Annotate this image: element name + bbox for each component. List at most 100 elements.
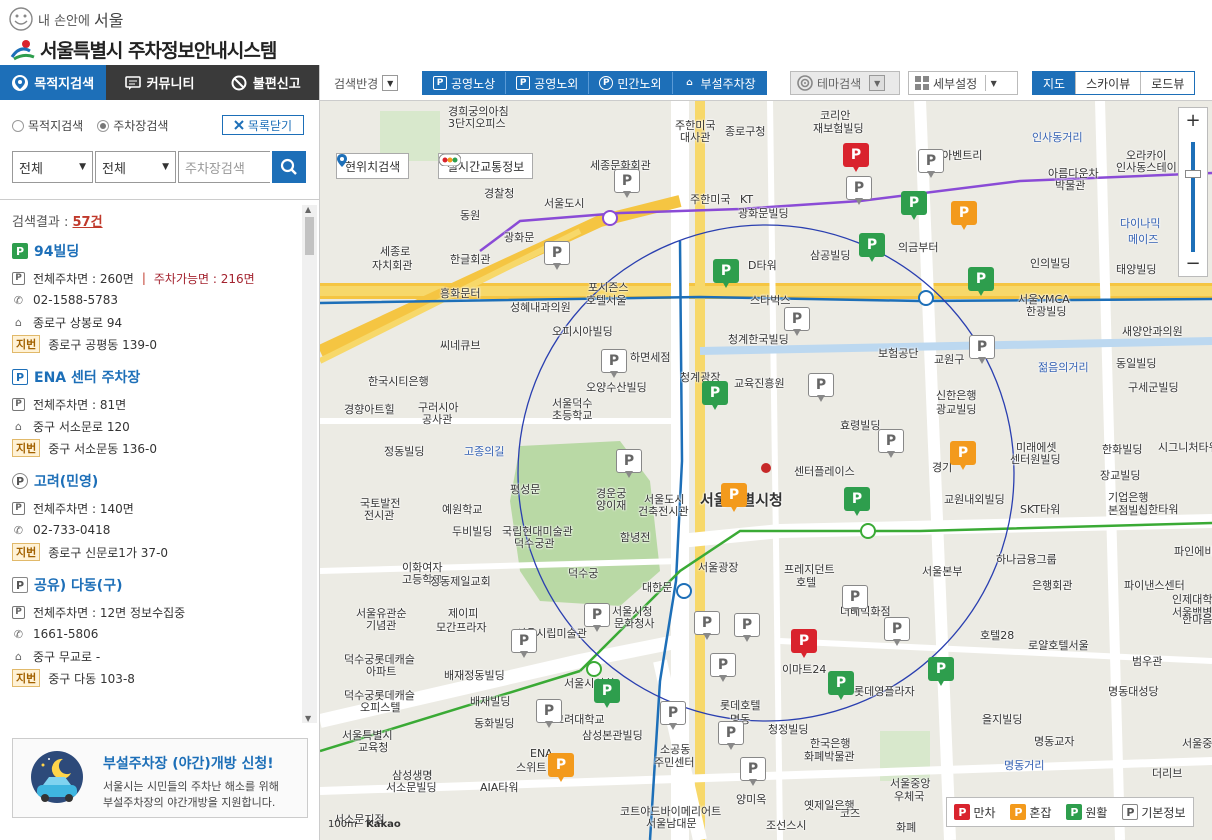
parking-marker-full[interactable]: P bbox=[843, 143, 869, 173]
map-label[interactable]: 초등학교 bbox=[552, 407, 592, 423]
map-label[interactable]: 한글회관 bbox=[450, 251, 490, 267]
map-label[interactable]: 삼공빌딩 bbox=[810, 247, 850, 263]
map-label[interactable]: 박물관 bbox=[1055, 177, 1085, 193]
map-label[interactable]: 인사동스테이 bbox=[1116, 159, 1177, 175]
map-label[interactable]: 코즈 bbox=[840, 805, 860, 821]
map-label[interactable]: 덕수궁관 bbox=[514, 535, 554, 551]
map-label[interactable]: SKT타워 bbox=[1020, 501, 1060, 517]
item-title[interactable]: P 94빌딩 bbox=[12, 241, 293, 261]
radio-circle[interactable] bbox=[12, 119, 24, 132]
map-label[interactable]: 흥화문터 bbox=[440, 285, 480, 301]
map-label[interactable]: 스타벅스 bbox=[750, 292, 790, 308]
parking-marker-busy[interactable]: P bbox=[951, 201, 977, 231]
map-label[interactable]: 재보험빌딩 bbox=[813, 120, 864, 136]
zoom-track[interactable] bbox=[1191, 142, 1195, 252]
map-label[interactable]: 동화빌딩 bbox=[474, 715, 514, 731]
map-label[interactable]: 을지빌딩 bbox=[982, 711, 1022, 727]
theme-search-button[interactable]: 테마검색 ▼ bbox=[790, 71, 900, 95]
map-label[interactable]: 주민센터 bbox=[654, 754, 694, 770]
map-label[interactable]: 메이즈 bbox=[1128, 231, 1158, 247]
map-label[interactable]: 하나금융그룹 bbox=[996, 551, 1057, 567]
map-label[interactable]: 경찰청 bbox=[484, 185, 514, 201]
map-label[interactable]: 명동대성당 bbox=[1108, 683, 1159, 699]
zoom-handle[interactable] bbox=[1185, 170, 1201, 178]
item-title[interactable]: P 공유) 다동(구) bbox=[12, 575, 293, 595]
map-label[interactable]: 하면세점 bbox=[630, 349, 670, 365]
map-label[interactable]: 광화문빌딩 bbox=[738, 205, 789, 221]
map-label[interactable]: AIA타워 bbox=[480, 779, 519, 795]
map-label[interactable]: 덕수궁 bbox=[568, 565, 598, 581]
map-label[interactable]: 호텔서울 bbox=[586, 292, 626, 308]
map-label[interactable]: 청계한국빌딩 bbox=[728, 331, 789, 347]
radio-destination[interactable]: 목적지검색 bbox=[12, 117, 83, 134]
map-label[interactable]: 삼성본관빌딩 bbox=[582, 727, 643, 743]
parking-marker-free[interactable]: P bbox=[702, 381, 728, 411]
map-canvas[interactable]: 경희궁의아침 3단지오피스 주한미국 대사관 종로구청 코리안 재보험빌딩 인사동거리 오라카이… bbox=[320, 101, 1212, 840]
district-select[interactable]: 전체 ▼ bbox=[12, 151, 93, 183]
map-label[interactable]: 문화청사 bbox=[614, 615, 654, 631]
parking-marker-free[interactable]: P bbox=[928, 657, 954, 687]
list-item[interactable]: P 고려(민영) P 전체주차면 : 140면 ✆ 02-733-0418 지번… bbox=[0, 463, 305, 567]
map-label[interactable]: 서울광장 bbox=[698, 559, 738, 575]
layer-public-street[interactable]: P 공영노상 bbox=[423, 72, 507, 94]
map-label[interactable]: 교원내외빌딩 bbox=[944, 491, 1005, 507]
map-label[interactable]: 오피스텔 bbox=[360, 699, 400, 715]
zoom-out-button[interactable]: − bbox=[1179, 253, 1207, 274]
map-label[interactable]: 주한미국 bbox=[690, 191, 730, 207]
map-label[interactable]: 기념관 bbox=[366, 617, 396, 633]
map-label[interactable]: 새양안과의원 bbox=[1122, 323, 1183, 339]
map-label[interactable]: 아파트 bbox=[366, 663, 396, 679]
parking-marker-info[interactable]: P bbox=[511, 629, 537, 659]
map-label[interactable]: 명동교자 bbox=[1034, 733, 1074, 749]
detail-settings-button[interactable]: 세부설정 ▼ bbox=[908, 71, 1018, 95]
map-label[interactable]: 모간프라자 bbox=[436, 619, 487, 635]
map-label[interactable]: 정동빌딩 bbox=[384, 443, 424, 459]
map-label[interactable]: 전시관 bbox=[364, 507, 394, 523]
tab-destination-search[interactable]: 목적지검색 bbox=[0, 65, 107, 100]
map-label[interactable]: 센터원빌딩 bbox=[1010, 451, 1061, 467]
list-item[interactable]: P 94빌딩 P 전체주차면 : 260면 | 주차가능면 : 216면 ✆ 0… bbox=[0, 233, 305, 359]
realtime-traffic-button[interactable]: 실시간교통정보 bbox=[438, 153, 534, 179]
chevron-down-icon[interactable]: ▼ bbox=[382, 75, 399, 91]
layer-attached[interactable]: ⌂ 부설주차장 bbox=[673, 72, 766, 94]
parking-marker-info[interactable]: P bbox=[808, 373, 834, 403]
parking-marker-info[interactable]: P bbox=[616, 449, 642, 479]
slogan[interactable]: 내 손안에 서울 bbox=[8, 6, 123, 32]
map-label[interactable]: 고종의길 bbox=[464, 443, 504, 459]
map-label[interactable]: 공사관 bbox=[422, 411, 452, 427]
map-label[interactable]: 배재빌딩 bbox=[470, 693, 510, 709]
parking-marker-info[interactable]: P bbox=[544, 241, 570, 271]
parking-marker-info[interactable]: P bbox=[718, 721, 744, 751]
map-label[interactable]: 건축전시관 bbox=[638, 503, 689, 519]
map-label[interactable]: 다이나믹 bbox=[1120, 215, 1160, 231]
scroll-up-icon[interactable]: ▲ bbox=[305, 205, 311, 214]
map-label[interactable]: 범우관 bbox=[1132, 653, 1162, 669]
map-label[interactable]: 우체국 bbox=[894, 788, 924, 804]
parking-marker-busy[interactable]: P bbox=[950, 441, 976, 471]
parking-marker-info[interactable]: P bbox=[734, 613, 760, 643]
item-title[interactable]: P 고려(민영) bbox=[12, 471, 293, 491]
parking-marker-info[interactable]: P bbox=[660, 701, 686, 731]
scroll-down-icon[interactable]: ▼ bbox=[305, 714, 311, 723]
parking-marker-info[interactable]: P bbox=[846, 176, 872, 206]
type-select[interactable]: 전체 ▼ bbox=[95, 151, 176, 183]
map-label[interactable]: 구세군빌딩 bbox=[1128, 379, 1179, 395]
site-logo[interactable]: 서울특별시 주차정보안내시스템 bbox=[10, 36, 277, 63]
map-label[interactable]: 교육진흥원 bbox=[734, 375, 785, 391]
parking-marker-info[interactable]: P bbox=[536, 699, 562, 729]
chevron-down-icon[interactable]: ▼ bbox=[869, 75, 886, 91]
item-title[interactable]: P ENA 센터 주차장 bbox=[12, 367, 293, 387]
view-roadview[interactable]: 로드뷰 bbox=[1140, 72, 1195, 94]
parking-marker-info[interactable]: P bbox=[878, 429, 904, 459]
map-label[interactable]: 한화빌딩 bbox=[1102, 441, 1142, 457]
map-label[interactable]: 이마트24 bbox=[782, 661, 826, 677]
map-label[interactable]: 호텔 bbox=[796, 574, 816, 590]
map-label[interactable]: 장교빌딩 bbox=[1100, 467, 1140, 483]
map-label[interactable]: 3단지오피스 bbox=[448, 115, 506, 131]
parking-search-input[interactable]: 주차장검색 bbox=[178, 151, 270, 183]
map-label[interactable]: 의금부터 bbox=[898, 239, 938, 255]
parking-marker-info[interactable]: P bbox=[842, 585, 868, 615]
map-label[interactable]: 씨네큐브 bbox=[440, 337, 480, 353]
map-label[interactable]: 양미옥 bbox=[736, 791, 766, 807]
map-label[interactable]: 화폐박물관 bbox=[804, 748, 855, 764]
